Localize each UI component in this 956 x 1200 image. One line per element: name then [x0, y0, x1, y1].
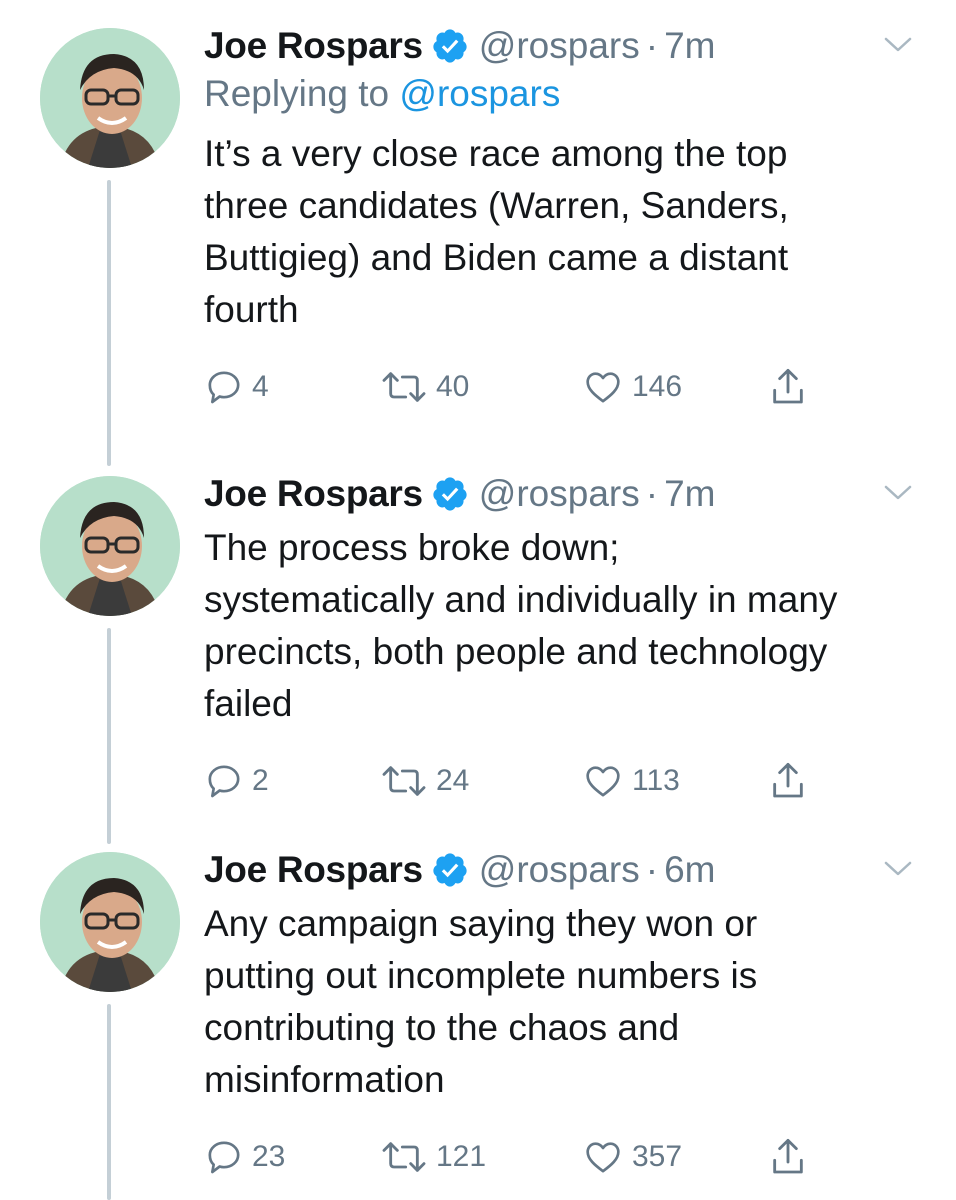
like-count: 146 [632, 370, 683, 403]
thread-connector [107, 1004, 111, 1200]
tweet-timestamp[interactable]: 7m [664, 22, 715, 70]
retweet-icon [382, 372, 426, 402]
separator-dot: · [645, 473, 659, 514]
reply-count: 23 [252, 1140, 286, 1173]
like-button[interactable]: 146 [582, 362, 682, 412]
author-name[interactable]: Joe Rospars [204, 846, 423, 894]
retweet-button[interactable]: 121 [380, 1132, 486, 1182]
reply-count: 4 [252, 370, 269, 403]
avatar-photo [40, 28, 180, 168]
reply-icon [208, 1141, 240, 1174]
separator-dot: · [645, 849, 659, 890]
retweet-icon [382, 766, 426, 796]
retweet-count: 24 [436, 764, 470, 797]
share-button[interactable] [768, 1132, 816, 1182]
reply-button[interactable]: 2 [204, 756, 269, 806]
heart-icon [586, 1142, 620, 1173]
chevron-down-icon[interactable] [884, 860, 912, 878]
share-icon [773, 1138, 803, 1174]
tweet-timestamp[interactable]: 6m [664, 846, 715, 894]
like-button[interactable]: 357 [582, 1132, 682, 1182]
avatar[interactable] [40, 476, 180, 616]
heart-icon [586, 372, 620, 403]
tweet-thread: Joe Rospars @rospars · 7m Replying to @r… [0, 0, 956, 1200]
retweet-button[interactable]: 24 [380, 756, 469, 806]
tweet-actions: 23 121 357 [204, 1132, 916, 1182]
like-button[interactable]: 113 [582, 756, 680, 806]
retweet-count: 121 [436, 1140, 487, 1173]
reply-icon [208, 765, 240, 798]
verified-badge-icon [431, 475, 469, 513]
tweet-text: Any campaign saying they won or putting … [204, 903, 758, 1100]
verified-badge-icon [431, 851, 469, 889]
retweet-count: 40 [436, 370, 470, 403]
share-button[interactable] [768, 756, 816, 806]
tweet-header: Joe Rospars @rospars · 7m [204, 470, 916, 518]
verified-badge-icon [431, 27, 469, 65]
like-count: 113 [632, 764, 680, 797]
author-handle[interactable]: @rospars [479, 846, 640, 894]
avatar-photo [40, 852, 180, 992]
retweet-icon [382, 1142, 426, 1172]
thread-connector [107, 180, 111, 466]
author-name[interactable]: Joe Rospars [204, 470, 423, 518]
tweet-text: It’s a very close race among the top thr… [204, 133, 789, 330]
chevron-down-icon[interactable] [884, 484, 912, 502]
thread-connector [107, 628, 111, 844]
author-name[interactable]: Joe Rospars [204, 22, 423, 70]
share-icon [773, 762, 803, 798]
reply-count: 2 [252, 764, 269, 797]
author-handle[interactable]: @rospars [479, 470, 640, 518]
separator-dot: · [645, 25, 659, 66]
tweet-content: Joe Rospars @rospars · 7m Replying to @r… [204, 22, 916, 412]
share-icon [773, 368, 803, 404]
heart-icon [586, 766, 620, 797]
replying-to-mention[interactable]: @rospars [399, 73, 560, 114]
tweet-content: Joe Rospars @rospars · 7m The process br… [204, 470, 916, 806]
reply-button[interactable]: 4 [204, 362, 269, 412]
avatar[interactable] [40, 852, 180, 992]
tweet-header: Joe Rospars @rospars · 7m [204, 22, 916, 70]
share-button[interactable] [768, 362, 816, 412]
replying-to: Replying to @rospars [204, 70, 916, 124]
replying-to-prefix: Replying to [204, 73, 390, 114]
reply-button[interactable]: 23 [204, 1132, 285, 1182]
tweet-timestamp[interactable]: 7m [664, 470, 715, 518]
tweet-actions: 2 24 113 [204, 756, 916, 806]
tweet-actions: 4 40 146 [204, 362, 916, 412]
author-handle[interactable]: @rospars [479, 22, 640, 70]
avatar-photo [40, 476, 180, 616]
reply-icon [208, 371, 240, 404]
avatar[interactable] [40, 28, 180, 168]
retweet-button[interactable]: 40 [380, 362, 469, 412]
tweet-text: The process broke down; systematically a… [204, 527, 838, 724]
tweet-header: Joe Rospars @rospars · 6m [204, 846, 916, 894]
chevron-down-icon[interactable] [884, 36, 912, 54]
tweet-content: Joe Rospars @rospars · 6m Any campaign s… [204, 846, 916, 1182]
like-count: 357 [632, 1140, 683, 1173]
